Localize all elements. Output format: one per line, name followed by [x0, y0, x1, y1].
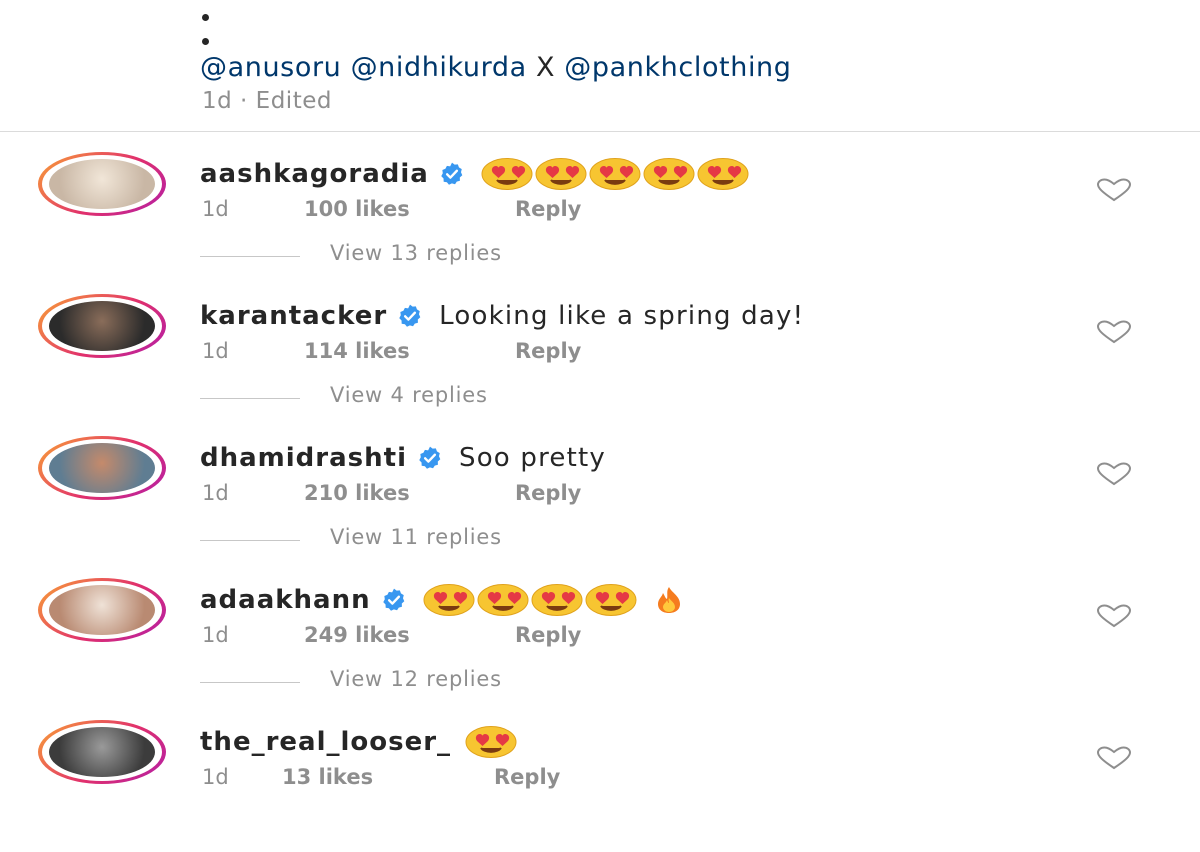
fire-emoji-icon [647, 586, 691, 614]
heart-eyes-emoji-icon [643, 158, 695, 190]
view-replies-button[interactable]: View 4 replies [330, 383, 488, 407]
heart-eyes-emoji-icon [465, 726, 517, 758]
comment-header: the_real_looser_ [200, 724, 517, 760]
verified-badge-icon [397, 303, 423, 329]
avatar-photo [49, 301, 155, 351]
caption-mentions: @anusoru @nidhikurda X @pankhclothing [200, 52, 792, 83]
bullet-dot [202, 38, 209, 45]
mention-link[interactable]: @pankhclothing [564, 52, 791, 83]
comment-item: aashkagoradia 1d 100 likes Reply View 13 rep… [0, 142, 1200, 284]
likes-count[interactable]: 100 likes [304, 197, 410, 221]
comment-item: adaakhann 1d 249 likes Reply View 12 replies [0, 568, 1200, 710]
heart-eyes-emoji-icon [477, 584, 529, 616]
comment-emojis [423, 584, 691, 616]
reply-button[interactable]: Reply [515, 623, 581, 647]
comment-header: dhamidrashti Soo pretty [200, 440, 606, 476]
avatar[interactable] [38, 578, 166, 642]
comment-username[interactable]: aashkagoradia [200, 159, 429, 189]
reply-button[interactable]: Reply [515, 481, 581, 505]
avatar-border [42, 297, 162, 355]
verified-badge-icon [439, 161, 465, 187]
comment-username[interactable]: the_real_looser_ [200, 727, 451, 757]
comment-time: 1d [202, 197, 229, 221]
reply-button[interactable]: Reply [515, 339, 581, 363]
mention-link[interactable]: @nidhikurda [351, 52, 527, 83]
bullet-dot [202, 14, 209, 21]
caption-separator: X [535, 52, 556, 83]
caption-edited: Edited [255, 88, 332, 114]
heart-eyes-emoji-icon [589, 158, 641, 190]
comment-header: karantacker Looking like a spring day! [200, 298, 804, 334]
heart-eyes-emoji-icon [697, 158, 749, 190]
avatar-border [42, 581, 162, 639]
mention-link[interactable]: @anusoru [200, 52, 341, 83]
avatar-photo [49, 585, 155, 635]
avatar-photo [49, 159, 155, 209]
verified-badge-icon [381, 587, 407, 613]
like-heart-icon[interactable] [1096, 320, 1132, 344]
comment-emojis [481, 158, 749, 190]
comment-username[interactable]: dhamidrashti [200, 443, 407, 473]
replies-divider [200, 682, 300, 683]
comment-item: dhamidrashti Soo pretty 1d 210 likes Reply Vi… [0, 426, 1200, 568]
comment-item: karantacker Looking like a spring day! 1d 1… [0, 284, 1200, 426]
post-caption: @anusoru @nidhikurda X @pankhclothing 1d… [0, 0, 1200, 131]
avatar-border [42, 723, 162, 781]
replies-divider [200, 398, 300, 399]
reply-button[interactable]: Reply [494, 765, 560, 789]
avatar-photo [49, 443, 155, 493]
heart-eyes-emoji-icon [481, 158, 533, 190]
avatar[interactable] [38, 720, 166, 784]
comment-time: 1d [202, 339, 229, 363]
comment-header: aashkagoradia [200, 156, 749, 192]
comment-text: Soo pretty [458, 443, 606, 473]
comment-item: the_real_looser_ 1d 13 likes Reply [0, 710, 1200, 852]
likes-count[interactable]: 114 likes [304, 339, 410, 363]
comment-text: Looking like a spring day! [439, 301, 805, 331]
like-heart-icon[interactable] [1096, 604, 1132, 628]
heart-eyes-emoji-icon [423, 584, 475, 616]
avatar[interactable] [38, 152, 166, 216]
replies-divider [200, 540, 300, 541]
comment-username[interactable]: adaakhann [200, 585, 371, 615]
heart-eyes-emoji-icon [535, 158, 587, 190]
comment-header: adaakhann [200, 582, 691, 618]
comment-emojis [465, 726, 517, 758]
verified-badge-icon [417, 445, 443, 471]
avatar-border [42, 155, 162, 213]
comment-time: 1d [202, 765, 229, 789]
like-heart-icon[interactable] [1096, 178, 1132, 202]
heart-eyes-emoji-icon [531, 584, 583, 616]
avatar-border [42, 439, 162, 497]
likes-count[interactable]: 249 likes [304, 623, 410, 647]
view-replies-button[interactable]: View 11 replies [330, 525, 502, 549]
avatar[interactable] [38, 436, 166, 500]
comment-time: 1d [202, 481, 229, 505]
heart-eyes-emoji-icon [585, 584, 637, 616]
likes-count[interactable]: 13 likes [282, 765, 373, 789]
like-heart-icon[interactable] [1096, 462, 1132, 486]
caption-meta: 1d · Edited [202, 88, 332, 114]
avatar-photo [49, 727, 155, 777]
view-replies-button[interactable]: View 12 replies [330, 667, 502, 691]
reply-button[interactable]: Reply [515, 197, 581, 221]
like-heart-icon[interactable] [1096, 746, 1132, 770]
section-divider [0, 131, 1200, 132]
comment-username[interactable]: karantacker [200, 301, 387, 331]
comment-time: 1d [202, 623, 229, 647]
avatar[interactable] [38, 294, 166, 358]
replies-divider [200, 256, 300, 257]
likes-count[interactable]: 210 likes [304, 481, 410, 505]
view-replies-button[interactable]: View 13 replies [330, 241, 502, 265]
caption-time: 1d [202, 88, 233, 114]
